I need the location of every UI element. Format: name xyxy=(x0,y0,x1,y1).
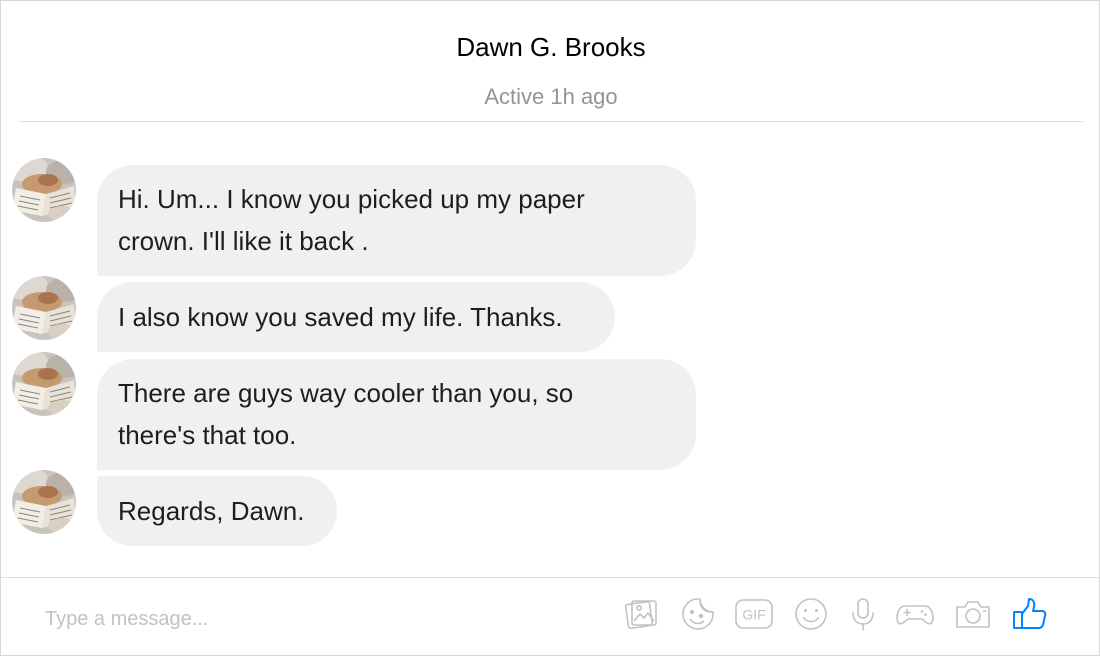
message-line: There are guys way cooler than you, so xyxy=(118,378,574,408)
game-controller-icon[interactable] xyxy=(895,594,935,634)
message-line: crown. I'll like it back . xyxy=(118,226,369,256)
chat-window: Dawn G. Brooks Active 1h ago Hi. Um... I… xyxy=(0,0,1100,656)
message-line: Hi. Um... I know you picked up my paper xyxy=(118,184,585,214)
message-bubble[interactable]: Hi. Um... I know you picked up my paper … xyxy=(97,165,696,276)
message-line: there's that too. xyxy=(118,420,297,450)
message-bubble[interactable]: There are guys way cooler than you, so t… xyxy=(97,359,696,470)
sender-avatar[interactable] xyxy=(12,158,76,222)
camera-icon[interactable] xyxy=(953,594,993,634)
sender-avatar[interactable] xyxy=(12,470,76,534)
microphone-icon[interactable] xyxy=(843,594,883,634)
presence-status: Active 1h ago xyxy=(484,84,618,109)
gif-label: GIF xyxy=(742,607,765,623)
sender-avatar[interactable] xyxy=(12,276,76,340)
message-line: I also know you saved my life. Thanks. xyxy=(118,302,563,332)
message-thread[interactable]: Hi. Um... I know you picked up my paper … xyxy=(1,122,1099,577)
thumbs-up-icon[interactable] xyxy=(1009,594,1049,634)
message-bubble[interactable]: Regards, Dawn. xyxy=(97,476,337,546)
emoji-icon[interactable] xyxy=(791,594,831,634)
message-input[interactable] xyxy=(45,604,465,634)
conversation-header: Dawn G. Brooks Active 1h ago xyxy=(19,1,1083,122)
message-line: Regards, Dawn. xyxy=(118,496,305,526)
photo-icon[interactable] xyxy=(621,594,661,634)
message-composer: GIF xyxy=(1,577,1099,656)
message-bubble[interactable]: I also know you saved my life. Thanks. xyxy=(97,282,615,352)
gif-icon[interactable]: GIF xyxy=(734,594,774,634)
contact-name[interactable]: Dawn G. Brooks xyxy=(19,31,1083,63)
sender-avatar[interactable] xyxy=(12,352,76,416)
sticker-icon[interactable] xyxy=(678,594,718,634)
